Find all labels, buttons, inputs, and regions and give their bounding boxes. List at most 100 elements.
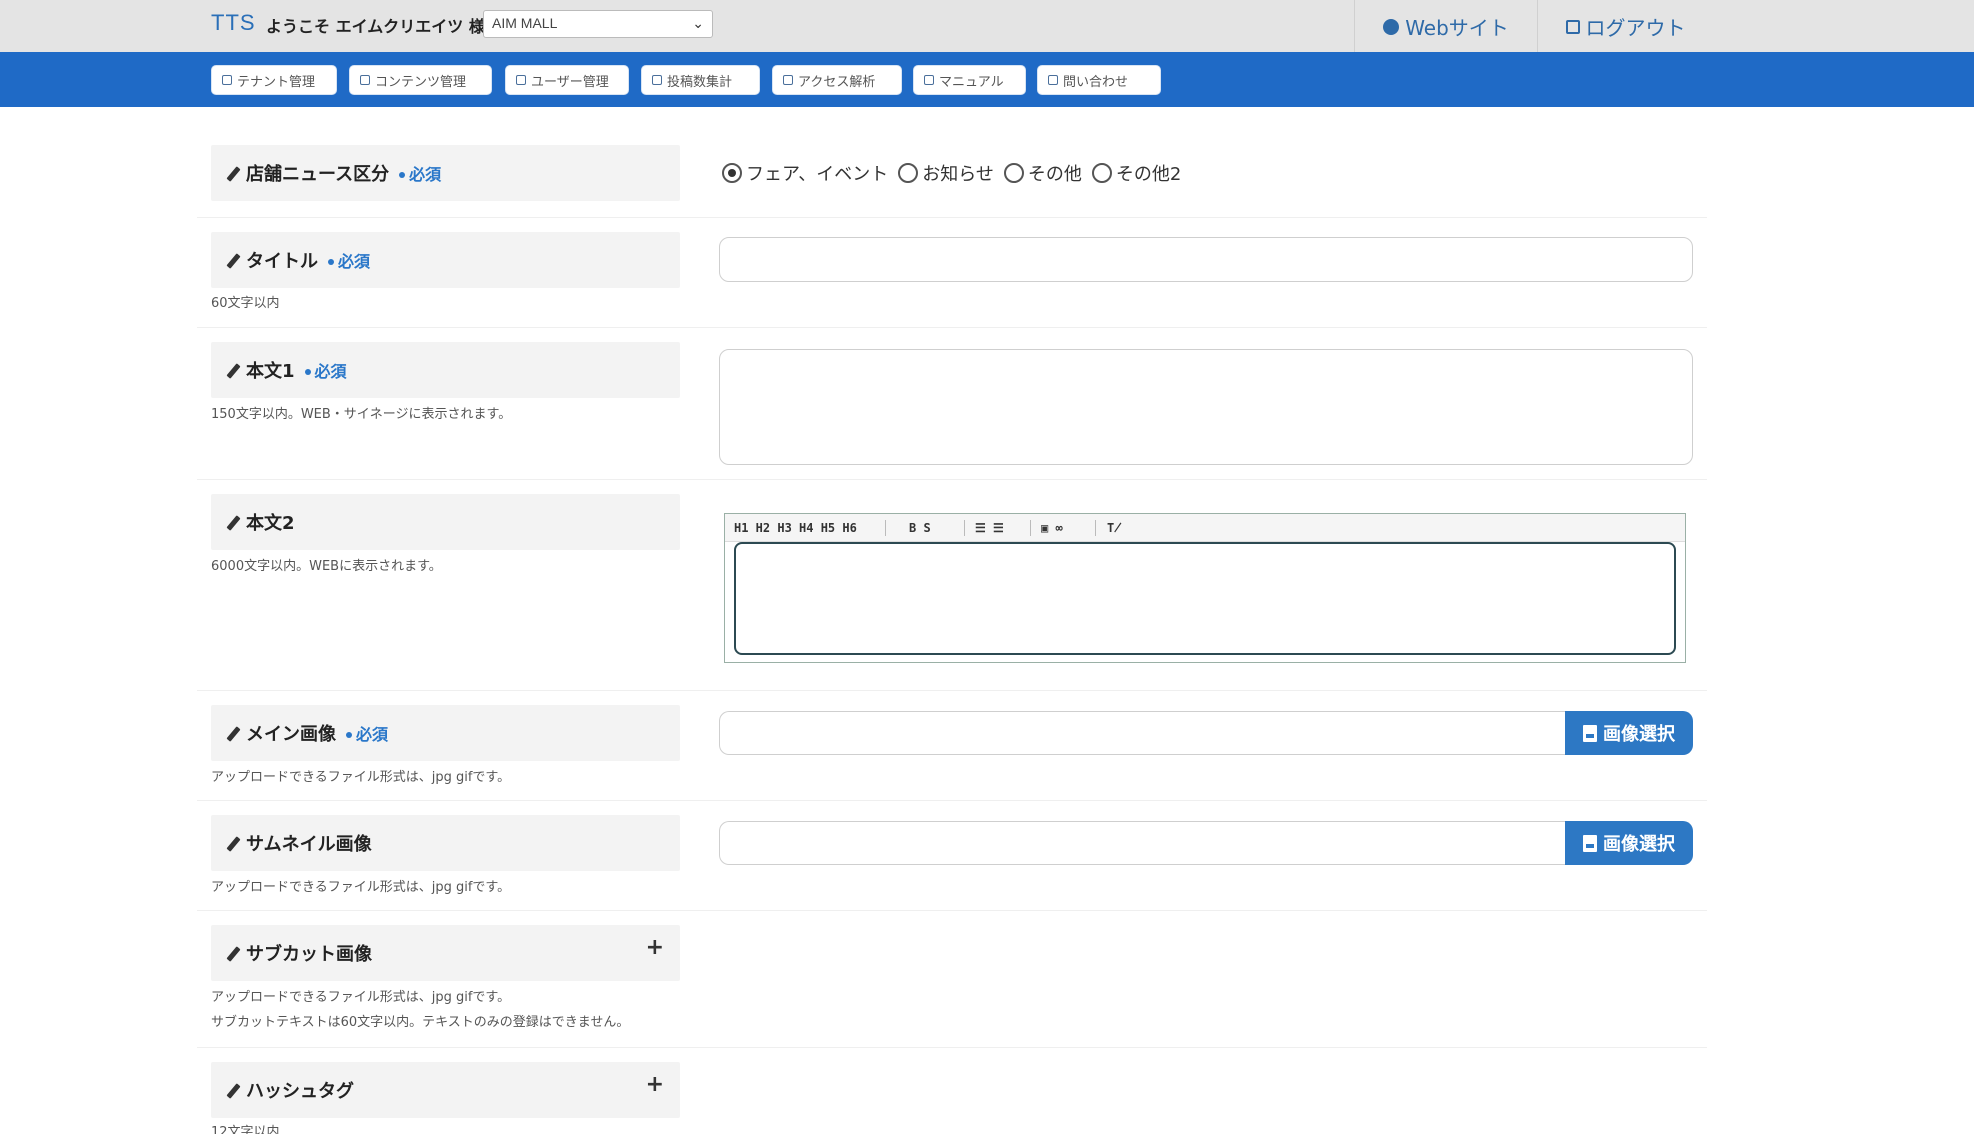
main-image-select-label: 画像選択 bbox=[1603, 724, 1675, 745]
radio-other-label: その他 bbox=[1027, 164, 1082, 185]
radio-fair-event-label: フェア、イベント bbox=[746, 164, 889, 185]
label-category: 店舗ニュース区分 必須 bbox=[211, 145, 680, 201]
user-icon bbox=[516, 75, 526, 85]
brand-logo[interactable]: TTS bbox=[211, 10, 256, 36]
add-hashtag-icon[interactable]: + bbox=[646, 1072, 664, 1097]
label-hashtag: ハッシュタグ + bbox=[211, 1062, 680, 1118]
pencil-icon bbox=[226, 515, 241, 531]
radio-circle[interactable] bbox=[1003, 163, 1024, 183]
row-divider bbox=[197, 910, 1707, 911]
menu-users-label: ユーザー管理 bbox=[531, 74, 609, 90]
menu-post-stats-label: 投稿数集計 bbox=[667, 74, 733, 90]
thumbnail-help: アップロードできるファイル形式は、jpg gifです。 bbox=[211, 880, 511, 895]
image-file-icon bbox=[1583, 724, 1597, 742]
body2-help: 6000文字以内。WEBに表示されます。 bbox=[211, 559, 442, 574]
main-image-select-button[interactable]: 画像選択 bbox=[1565, 711, 1693, 755]
label-title-text: タイトル bbox=[246, 251, 318, 272]
body2-rich-editor: H1 H2 H3 H4 H5 H6 B S ☰ ☰ ▣ ∞ T̸ bbox=[724, 513, 1686, 663]
radio-circle[interactable] bbox=[898, 163, 919, 183]
main-image-input-group: 画像選択 bbox=[719, 711, 1693, 755]
required-badge: 必須 bbox=[328, 252, 370, 271]
label-body1: 本文1 必須 bbox=[211, 342, 680, 398]
main-image-input[interactable] bbox=[719, 711, 1567, 755]
radio-other[interactable]: その他 bbox=[1003, 160, 1082, 186]
label-body1-text: 本文1 bbox=[246, 361, 295, 382]
menu-access-analysis[interactable]: アクセス解析 bbox=[772, 65, 902, 95]
clear-format-button[interactable]: T̸ bbox=[1107, 521, 1121, 535]
chevron-down-icon: ⌄ bbox=[692, 15, 704, 31]
row-divider bbox=[197, 1047, 1707, 1048]
pencil-icon bbox=[226, 1083, 241, 1099]
label-main-image: メイン画像 必須 bbox=[211, 705, 680, 761]
format-buttons[interactable]: B S bbox=[909, 521, 931, 535]
label-hashtag-text: ハッシュタグ bbox=[246, 1081, 354, 1102]
website-link-label: Webサイト bbox=[1405, 15, 1509, 40]
menu-contents[interactable]: コンテンツ管理 bbox=[349, 65, 492, 95]
menu-inquiry[interactable]: 問い合わせ bbox=[1037, 65, 1161, 95]
radio-notice[interactable]: お知らせ bbox=[898, 160, 994, 186]
bar-chart-icon bbox=[783, 75, 793, 85]
mall-select[interactable]: AIM MALL ⌄ bbox=[483, 10, 713, 38]
title-help: 60文字以内 bbox=[211, 296, 280, 311]
menu-manual-label: マニュアル bbox=[939, 74, 1004, 90]
logout-link[interactable]: ログアウト bbox=[1537, 0, 1713, 52]
home-icon bbox=[222, 75, 232, 85]
body1-textarea[interactable] bbox=[719, 349, 1693, 465]
required-badge: 必須 bbox=[304, 362, 347, 381]
image-file-icon bbox=[1583, 834, 1597, 852]
menu-inquiry-label: 問い合わせ bbox=[1063, 74, 1129, 90]
pencil-icon bbox=[226, 253, 241, 269]
phone-icon bbox=[1048, 75, 1058, 85]
subcut-help: アップロードできるファイル形式は、jpg gifです。 bbox=[211, 990, 511, 1005]
label-body2-text: 本文2 bbox=[246, 513, 295, 534]
radio-fair-event[interactable]: フェア、イベント bbox=[722, 160, 888, 186]
editor-toolbar: H1 H2 H3 H4 H5 H6 B S ☰ ☰ ▣ ∞ T̸ bbox=[725, 514, 1685, 542]
top-header: TTS ようこそ エイムクリエイツ 様 AIM MALL ⌄ Webサイト ログ… bbox=[0, 0, 1974, 52]
media-buttons[interactable]: ▣ ∞ bbox=[1041, 521, 1063, 535]
row-divider bbox=[197, 800, 1707, 801]
label-subcut-text: サブカット画像 bbox=[246, 944, 372, 965]
radio-other2-label: その他2 bbox=[1115, 164, 1182, 185]
thumbnail-select-button[interactable]: 画像選択 bbox=[1565, 821, 1693, 865]
mall-select-value: AIM MALL bbox=[492, 15, 558, 31]
label-category-text: 店舗ニュース区分 bbox=[246, 164, 390, 185]
add-subcut-icon[interactable]: + bbox=[646, 935, 664, 960]
label-subcut: サブカット画像 + bbox=[211, 925, 680, 981]
menu-access-analysis-label: アクセス解析 bbox=[798, 74, 876, 90]
pencil-icon bbox=[226, 946, 241, 962]
pencil-icon bbox=[226, 166, 241, 182]
pencil-icon bbox=[226, 726, 241, 742]
label-title: タイトル 必須 bbox=[211, 232, 680, 288]
line-chart-icon bbox=[652, 75, 662, 85]
menu-tenant-label: テナント管理 bbox=[237, 74, 316, 90]
menu-users[interactable]: ユーザー管理 bbox=[505, 65, 629, 95]
logout-icon bbox=[1565, 20, 1580, 34]
welcome-text: ようこそ エイムクリエイツ 様 bbox=[266, 17, 485, 36]
menu-tenant[interactable]: テナント管理 bbox=[211, 65, 337, 95]
radio-circle[interactable] bbox=[722, 163, 742, 183]
row-divider bbox=[197, 327, 1707, 328]
menu-contents-label: コンテンツ管理 bbox=[375, 74, 467, 90]
menu-manual[interactable]: マニュアル bbox=[913, 65, 1026, 95]
body2-editor-area[interactable] bbox=[734, 542, 1676, 655]
radio-notice-label: お知らせ bbox=[922, 164, 994, 185]
row-divider bbox=[197, 690, 1707, 691]
logout-link-label: ログアウト bbox=[1585, 15, 1686, 40]
label-main-image-text: メイン画像 bbox=[246, 724, 336, 745]
subcut-help-2: サブカットテキストは60文字以内。テキストのみの登録はできません。 bbox=[211, 1015, 630, 1030]
label-thumbnail: サムネイル画像 bbox=[211, 815, 680, 871]
heading-buttons[interactable]: H1 H2 H3 H4 H5 H6 bbox=[734, 521, 857, 535]
radio-circle[interactable] bbox=[1091, 163, 1112, 183]
radio-other2[interactable]: その他2 bbox=[1091, 160, 1182, 186]
label-body2: 本文2 bbox=[211, 494, 680, 550]
title-input[interactable] bbox=[719, 237, 1693, 282]
list-buttons[interactable]: ☰ ☰ bbox=[975, 521, 1004, 535]
category-radio-group: フェア、イベント お知らせ その他 その他2 bbox=[722, 160, 1191, 186]
label-thumbnail-text: サムネイル画像 bbox=[246, 834, 372, 855]
thumbnail-input[interactable] bbox=[719, 821, 1567, 865]
website-link[interactable]: Webサイト bbox=[1354, 0, 1537, 52]
info-icon bbox=[924, 75, 934, 85]
body1-help: 150文字以内。WEB・サイネージに表示されます。 bbox=[211, 407, 512, 422]
menu-post-stats[interactable]: 投稿数集計 bbox=[641, 65, 760, 95]
folder-icon bbox=[360, 75, 370, 85]
